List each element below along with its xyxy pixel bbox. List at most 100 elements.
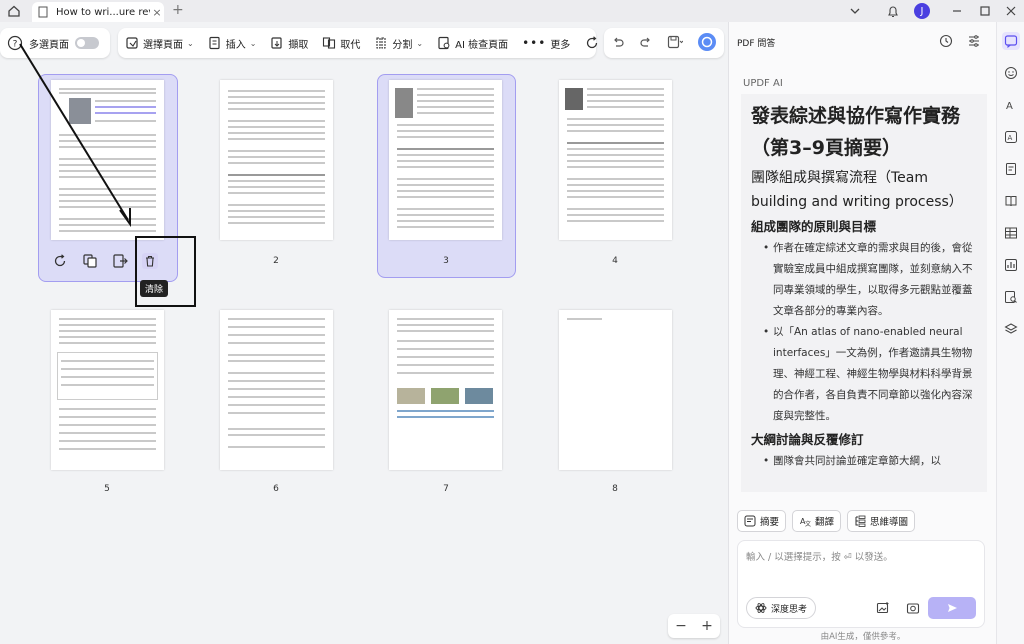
translate-icon: A文 [800, 517, 811, 527]
redo-icon[interactable] [639, 35, 653, 52]
send-icon [948, 604, 957, 612]
document-icon [38, 6, 52, 18]
rotate-page-icon[interactable] [52, 253, 68, 269]
maximize-icon[interactable] [976, 2, 994, 20]
tab-close-icon[interactable]: × [150, 6, 164, 19]
page-number-5: 5 [104, 484, 110, 494]
ai-check-pages-button[interactable]: AI 檢查頁面 [430, 28, 515, 58]
emoji-icon[interactable] [1002, 64, 1020, 82]
split-label: 分割 [392, 39, 413, 51]
extract-page-icon[interactable] [112, 253, 128, 269]
page-number-4: 4 [612, 256, 618, 266]
tool-rail: A A [996, 22, 1024, 644]
translate-label: 翻譯 [815, 517, 835, 528]
extract-button[interactable]: 擷取 [263, 28, 315, 58]
page-preview-4[interactable] [559, 80, 672, 240]
answer-subheading: 團隊組成與撰寫流程（Team building and writing proc… [751, 170, 963, 210]
toolbar-group-history [604, 28, 724, 58]
extract-label: 擷取 [288, 39, 309, 51]
replace-label: 取代 [340, 39, 361, 51]
highlight-box [135, 236, 196, 307]
translate-tool-icon[interactable]: A [1002, 128, 1020, 146]
quick-actions: 摘要 A 文翻譯 思維導圖 [737, 510, 916, 532]
answer-bullet-2: 以「An atlas of nano-enabled neural interf… [763, 322, 977, 427]
layers-icon[interactable] [1002, 320, 1020, 338]
more-button[interactable]: ••• 更多 [515, 28, 577, 58]
title-bar: How to wri...ure review × + J [0, 0, 1024, 22]
page-preview-6[interactable] [220, 310, 333, 470]
page-number-3: 3 [443, 256, 449, 266]
ai-check-icon [438, 36, 450, 50]
answer-heading: 發表綜述與協作寫作實務（第3–9頁摘要） [751, 105, 961, 159]
svg-text:A: A [1006, 101, 1013, 112]
page-preview-7[interactable] [389, 310, 502, 470]
chart-icon[interactable] [1002, 256, 1020, 274]
close-window-icon[interactable] [1002, 2, 1020, 20]
annotation-arrow [19, 43, 131, 228]
deep-think-label: 深度思考 [771, 604, 808, 615]
ai-disclaimer: 由AI生成，僅供參考。 [820, 632, 906, 642]
document-tab[interactable]: How to wri...ure review × [32, 2, 164, 22]
search-doc-icon[interactable] [1002, 288, 1020, 306]
screenshot-icon[interactable] [906, 601, 920, 615]
ai-assistant-icon[interactable] [697, 32, 717, 55]
answer-bullet-1: 作者在確定綜述文章的需求與目的後，會從實驗室成員中組成撰寫團隊，並刻意納入不同專… [763, 238, 977, 322]
history-icon[interactable] [939, 34, 953, 48]
send-button[interactable] [928, 597, 976, 619]
page-number-8: 8 [612, 484, 618, 494]
deep-think-button[interactable]: 深度思考 [746, 597, 817, 619]
save-icon[interactable] [667, 35, 684, 52]
ai-check-label: AI 檢查頁面 [455, 39, 509, 51]
translate-button[interactable]: A 文翻譯 [792, 510, 842, 532]
mindmap-button[interactable]: 思維導圖 [847, 510, 916, 532]
summary-icon [744, 515, 756, 527]
select-pages-label: 選擇頁面 [143, 39, 183, 51]
document-check-icon[interactable] [1002, 160, 1020, 178]
page-number-7: 7 [443, 484, 449, 494]
zoom-out-button[interactable]: − [675, 618, 687, 634]
svg-text:文: 文 [805, 520, 811, 527]
atom-icon [755, 603, 767, 613]
page-preview-5[interactable] [51, 310, 164, 470]
book-icon[interactable] [1002, 192, 1020, 210]
insert-button[interactable]: 插入 ⌄ [201, 28, 264, 58]
chat-placeholder: 輸入 / 以選擇提示，按 ⏎ 以發送。 [746, 552, 893, 563]
answer-bullet-3: 團隊會共同討論並確定章節大綱，以 [763, 451, 977, 472]
split-button[interactable]: 分割 ⌄ [367, 28, 430, 58]
page-preview-8[interactable] [559, 310, 672, 470]
text-ai-icon[interactable]: A [1002, 96, 1020, 114]
minimize-icon[interactable] [948, 2, 966, 20]
menu-down-icon[interactable] [846, 2, 864, 20]
chevron-down-icon: ⌄ [249, 38, 257, 48]
mindmap-icon [855, 515, 866, 527]
svg-text:?: ? [13, 40, 18, 50]
page-grid: 清除 2 3 4 5 6 7 8 [0, 43, 728, 644]
bell-icon[interactable] [884, 2, 902, 20]
chat-ai-icon[interactable] [1002, 32, 1020, 50]
page-number-2: 2 [273, 256, 279, 266]
user-avatar[interactable]: J [914, 3, 930, 19]
pdf-qa-panel: PDF 問答 UPDF AI 發表綜述與協作寫作實務（第3–9頁摘要） 團隊組成… [728, 22, 996, 644]
settings-sliders-icon[interactable] [967, 34, 981, 48]
answer-section-1: 組成團隊的原則與目標 [751, 219, 877, 234]
svg-text:A: A [1008, 134, 1013, 142]
image-upload-icon[interactable] [876, 601, 890, 615]
table-icon[interactable] [1002, 224, 1020, 242]
summary-label: 摘要 [760, 517, 780, 528]
rotate-button[interactable] [577, 28, 607, 58]
ai-label: UPDF AI [743, 78, 783, 89]
chat-input[interactable]: 輸入 / 以選擇提示，按 ⏎ 以發送。 深度思考 [737, 540, 985, 628]
new-tab-icon[interactable]: + [172, 2, 184, 18]
split-icon [376, 37, 386, 49]
copy-page-icon[interactable] [82, 253, 98, 269]
home-icon[interactable] [6, 3, 22, 19]
page-preview-2[interactable] [220, 80, 333, 240]
zoom-in-button[interactable]: + [701, 618, 713, 634]
insert-icon [209, 36, 220, 50]
summary-button[interactable]: 摘要 [737, 510, 787, 532]
panel-title: PDF 問答 [737, 39, 776, 49]
page-preview-3[interactable] [389, 80, 502, 240]
undo-icon[interactable] [611, 35, 625, 52]
toolbar-group-pages: 選擇頁面 ⌄ 插入 ⌄ 擷取 取代 分割 ⌄ AI 檢查頁面 ••• 更多 [118, 28, 598, 58]
replace-button[interactable]: 取代 [315, 28, 367, 58]
